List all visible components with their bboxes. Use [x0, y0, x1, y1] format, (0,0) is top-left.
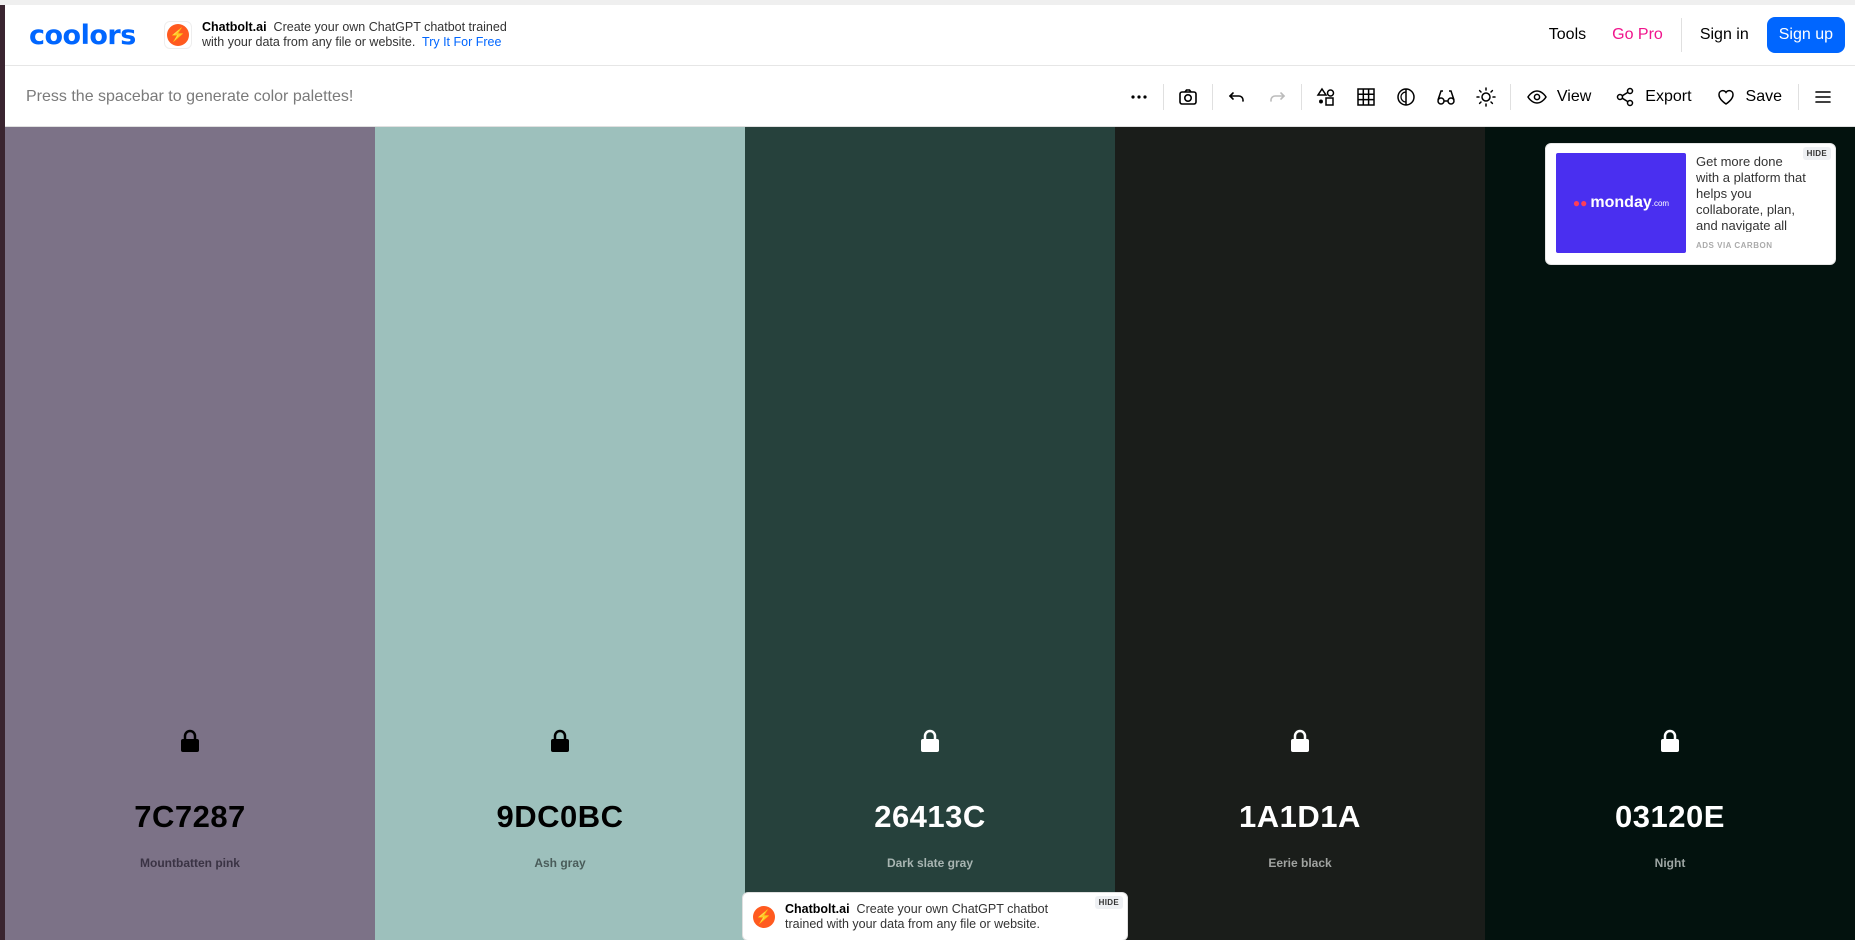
bottom-ad-text: Chatbolt.ai Create your own ChatGPT chat…	[785, 902, 1048, 932]
view-button[interactable]: View	[1515, 87, 1603, 107]
header-ad-cta[interactable]: Try It For Free	[422, 35, 501, 49]
bottom-ad-line1: Create your own ChatGPT chatbot	[856, 901, 1049, 916]
chatbolt-logo-icon: ⚡	[164, 21, 192, 49]
bottom-ad-brand: Chatbolt.ai	[785, 901, 850, 916]
color-hex[interactable]: 26413C	[745, 799, 1115, 835]
bottom-ad-line2: trained with your data from any file or …	[785, 916, 1040, 931]
heart-icon	[1717, 89, 1734, 105]
color-name[interactable]: Night	[1485, 856, 1855, 870]
bottom-ad[interactable]: ⚡ Chatbolt.ai Create your own ChatGPT ch…	[742, 892, 1128, 940]
header-ad-line2: with your data from any file or website.	[202, 35, 416, 49]
camera-icon[interactable]	[1168, 77, 1208, 117]
share-icon	[1617, 87, 1634, 106]
color-column[interactable]: 26413C Dark slate gray	[745, 127, 1115, 940]
color-column[interactable]: 9DC0BC Ash gray	[375, 127, 745, 940]
chatbolt-logo-icon: ⚡	[753, 905, 775, 928]
toolbar: Press the spacebar to generate color pal…	[5, 67, 1855, 127]
color-name[interactable]: Ash gray	[375, 856, 745, 870]
app-frame: coolors ⚡ Chatbolt.ai Create your own Ch…	[5, 5, 1855, 940]
toolbar-divider	[1162, 83, 1164, 110]
color-name[interactable]: Eerie black	[1115, 856, 1485, 870]
color-name[interactable]: Mountbatten pink	[5, 856, 375, 870]
lock-icon[interactable]	[179, 729, 201, 753]
save-label: Save	[1745, 87, 1782, 105]
header-ad-line1: Create your own ChatGPT chatbot trained	[273, 20, 507, 34]
coolors-logo[interactable]: coolors	[29, 20, 144, 51]
hide-ad-button[interactable]: HIDE	[1094, 896, 1123, 909]
toolbar-divider	[1509, 83, 1511, 110]
color-column[interactable]: 1A1D1A Eerie black	[1115, 127, 1485, 940]
lock-icon[interactable]	[549, 729, 571, 753]
header-nav: Tools Go Pro Sign in Sign up	[1536, 17, 1845, 53]
monday-brand-suffix: .com	[1651, 198, 1670, 208]
color-hex[interactable]: 7C7287	[5, 799, 375, 835]
tools-link[interactable]: Tools	[1536, 26, 1599, 44]
toolbar-actions: View Export Save	[1119, 77, 1843, 117]
header-ad[interactable]: ⚡ Chatbolt.ai Create your own ChatGPT ch…	[164, 20, 564, 50]
color-hex[interactable]: 03120E	[1485, 799, 1855, 835]
menu-icon[interactable]	[1803, 77, 1843, 117]
header: coolors ⚡ Chatbolt.ai Create your own Ch…	[5, 5, 1855, 66]
lock-icon[interactable]	[1659, 729, 1681, 753]
carbon-ad[interactable]: ●● monday .com Get more done with a platf…	[1545, 143, 1836, 265]
carbon-ad-via[interactable]: ADS VIA CARBON	[1696, 241, 1772, 250]
monday-dots-icon: ●●	[1572, 196, 1588, 210]
monday-logo[interactable]: ●● monday .com	[1556, 153, 1686, 253]
lock-icon[interactable]	[919, 729, 941, 753]
hide-ad-button[interactable]: HIDE	[1802, 147, 1831, 160]
export-label: Export	[1645, 87, 1692, 105]
color-hex[interactable]: 1A1D1A	[1115, 799, 1485, 835]
toolbar-divider	[1300, 83, 1302, 110]
lock-icon[interactable]	[1289, 729, 1311, 753]
header-ad-brand: Chatbolt.ai	[202, 20, 267, 34]
contrast-icon[interactable]	[1386, 77, 1426, 117]
toolbar-divider	[1211, 83, 1213, 110]
glasses-icon[interactable]	[1426, 77, 1466, 117]
eye-icon	[1527, 89, 1547, 104]
color-hex[interactable]: 9DC0BC	[375, 799, 745, 835]
header-ad-text: Chatbolt.ai Create your own ChatGPT chat…	[202, 20, 507, 50]
color-column[interactable]: 7C7287 Mountbatten pink	[5, 127, 375, 940]
sun-icon[interactable]	[1466, 77, 1506, 117]
view-label: View	[1556, 87, 1592, 105]
go-pro-link[interactable]: Go Pro	[1599, 26, 1676, 44]
undo-icon[interactable]	[1217, 77, 1257, 117]
toolbar-divider	[1798, 83, 1799, 110]
shapes-icon[interactable]	[1306, 77, 1346, 117]
spacebar-hint: Press the spacebar to generate color pal…	[26, 87, 354, 105]
color-name[interactable]: Dark slate gray	[745, 856, 1115, 870]
more-icon[interactable]	[1119, 77, 1159, 117]
export-button[interactable]: Export	[1603, 87, 1703, 107]
carbon-ad-text[interactable]: Get more done with a platform that helps…	[1696, 154, 1806, 232]
redo-icon[interactable]	[1257, 77, 1297, 117]
save-button[interactable]: Save	[1704, 87, 1794, 107]
monday-brand: monday	[1590, 194, 1652, 211]
sign-up-button[interactable]: Sign up	[1766, 17, 1845, 53]
header-divider	[1680, 18, 1682, 52]
sign-in-link[interactable]: Sign in	[1687, 26, 1762, 44]
grid-icon[interactable]	[1346, 77, 1386, 117]
